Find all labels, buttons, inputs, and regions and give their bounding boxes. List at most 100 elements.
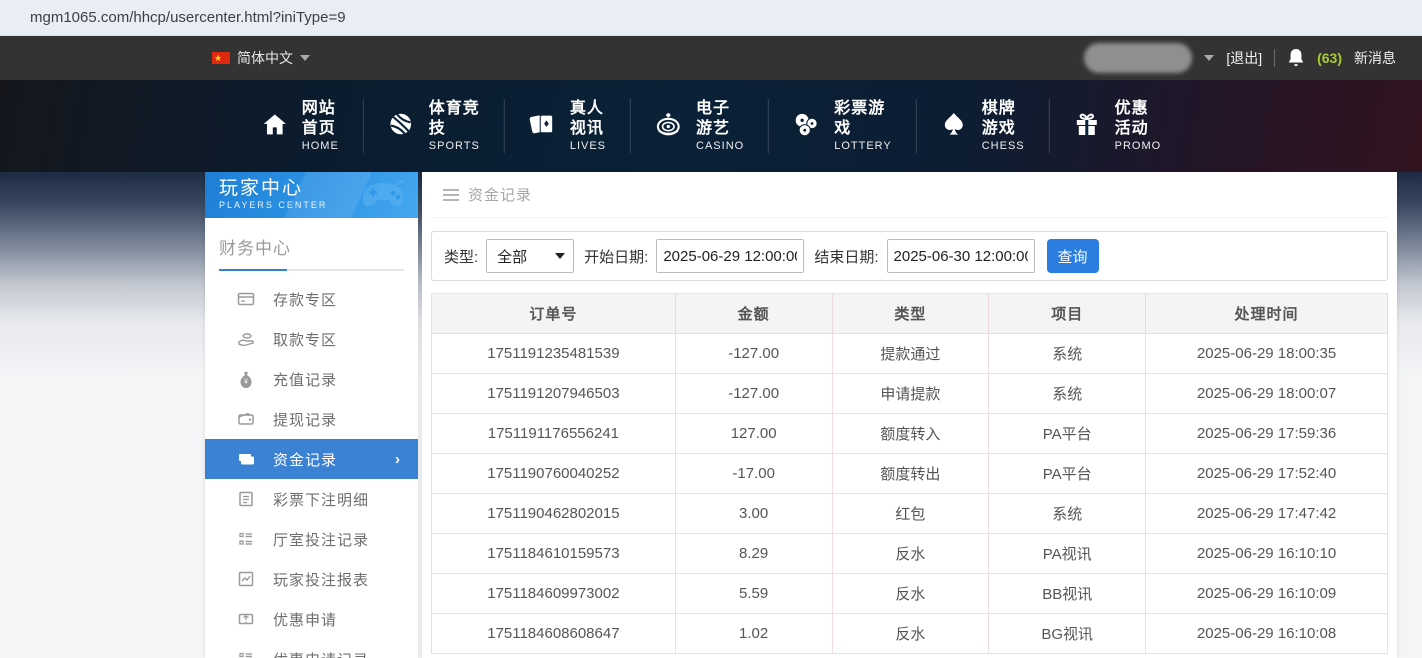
table-cell: 红包 xyxy=(832,494,989,534)
table-cell: 2025-06-29 18:00:07 xyxy=(1146,374,1388,414)
table-cell: 1751190760040252 xyxy=(432,454,676,494)
sidebar-item-label: 存款专区 xyxy=(273,289,337,310)
banknotes-icon xyxy=(237,450,255,468)
nav-item-lives[interactable]: 真人视讯LIVES xyxy=(505,99,631,153)
type-select-value: 全部 xyxy=(497,246,527,267)
username-redacted xyxy=(1084,43,1192,73)
sidebar-item-label: 彩票下注明细 xyxy=(273,489,369,510)
nav-label-zh: 体育竞技 xyxy=(429,99,480,139)
gift-icon xyxy=(1074,111,1104,141)
user-menu-chevron-icon[interactable] xyxy=(1204,55,1214,61)
sidebar: 玩家中心 PLAYERS CENTER 财务中心 存款专区›取款专区›¥充值记录… xyxy=(205,172,418,658)
nav-label-en: SPORTS xyxy=(429,139,480,153)
table-cell: 1751184610159573 xyxy=(432,534,676,574)
chevron-right-icon: › xyxy=(395,451,400,468)
deposit-card-icon xyxy=(237,290,255,308)
nav-label-zh: 网站首页 xyxy=(302,99,339,139)
home-icon xyxy=(261,111,291,141)
table-cell: 系统 xyxy=(989,494,1146,534)
logout-link[interactable]: [退出] xyxy=(1226,48,1262,68)
table-row: 17511846086086471.02反水BG视讯2025-06-29 16:… xyxy=(432,614,1388,654)
sports-ball-icon xyxy=(388,111,418,141)
players-center-header: 玩家中心 PLAYERS CENTER xyxy=(205,172,418,218)
sidebar-item-充值记录[interactable]: ¥充值记录› xyxy=(205,359,418,399)
sidebar-item-彩票下注明细[interactable]: 彩票下注明细› xyxy=(205,479,418,519)
nav-label-en: PROMO xyxy=(1115,139,1162,153)
table-header-cell: 项目 xyxy=(989,294,1146,334)
table-cell: 1751184609973002 xyxy=(432,574,676,614)
table-row: 1751190760040252-17.00额度转出PA平台2025-06-29… xyxy=(432,454,1388,494)
table-header-cell: 金额 xyxy=(675,294,832,334)
start-date-input[interactable] xyxy=(656,239,804,273)
list-icon xyxy=(237,530,255,548)
sidebar-item-存款专区[interactable]: 存款专区› xyxy=(205,279,418,319)
type-select[interactable]: 全部 xyxy=(486,239,574,273)
app-window: mgm1065.com/hhcp/usercenter.html?iniType… xyxy=(0,0,1422,658)
table-cell: 8.29 xyxy=(675,534,832,574)
table-cell: 反水 xyxy=(832,534,989,574)
bell-icon[interactable] xyxy=(1287,48,1305,68)
nav-label-zh: 彩票游戏 xyxy=(834,99,892,139)
sidebar-item-label: 厅室投注记录 xyxy=(273,529,369,550)
language-selector[interactable]: ★ 简体中文 xyxy=(212,36,310,80)
finance-center-section: 财务中心 xyxy=(205,218,418,271)
table-cell: -127.00 xyxy=(675,334,832,374)
sidebar-item-label: 提现记录 xyxy=(273,409,337,430)
table-cell: 提款通过 xyxy=(832,334,989,374)
table-cell: 1751190462802015 xyxy=(432,494,676,534)
nav-item-sports[interactable]: 体育竞技SPORTS xyxy=(364,99,505,153)
nav-label-en: HOME xyxy=(302,139,339,153)
list-icon xyxy=(237,650,255,658)
page-url: mgm1065.com/hhcp/usercenter.html?iniType… xyxy=(30,9,346,26)
table-cell: BG视讯 xyxy=(989,614,1146,654)
nav-item-promo[interactable]: 优惠活动PROMO xyxy=(1050,99,1186,153)
new-message-link[interactable]: 新消息 xyxy=(1354,48,1396,68)
table-cell: 2025-06-29 17:47:42 xyxy=(1146,494,1388,534)
nav-item-chess[interactable]: 棋牌游戏CHESS xyxy=(917,99,1050,153)
table-cell: 1751191235481539 xyxy=(432,334,676,374)
table-cell: 5.59 xyxy=(675,574,832,614)
lottery-balls-icon xyxy=(793,111,823,141)
report-chart-icon xyxy=(237,570,255,588)
table-cell: 2025-06-29 16:10:10 xyxy=(1146,534,1388,574)
sidebar-item-label: 充值记录 xyxy=(273,369,337,390)
divider xyxy=(1274,49,1275,67)
breadcrumb: 资金记录 xyxy=(431,172,1388,218)
nav-label-zh: 电子游艺 xyxy=(696,99,744,139)
nav-label-en: CASINO xyxy=(696,139,744,153)
select-caret-icon xyxy=(555,253,565,259)
sidebar-item-厅室投注记录[interactable]: 厅室投注记录› xyxy=(205,519,418,559)
sidebar-item-优惠申请[interactable]: 优惠申请› xyxy=(205,599,418,639)
search-button[interactable]: 查询 xyxy=(1047,239,1099,273)
language-label: 简体中文 xyxy=(237,48,293,68)
browser-url-bar[interactable]: mgm1065.com/hhcp/usercenter.html?iniType… xyxy=(0,0,1422,36)
message-count[interactable]: (63) xyxy=(1317,50,1342,66)
table-row: 1751191207946503-127.00申请提款系统2025-06-29 … xyxy=(432,374,1388,414)
table-cell: -17.00 xyxy=(675,454,832,494)
sidebar-item-label: 取款专区 xyxy=(273,329,337,350)
table-row: 17511846099730025.59反水BB视讯2025-06-29 16:… xyxy=(432,574,1388,614)
end-date-input[interactable] xyxy=(887,239,1035,273)
sidebar-item-提现记录[interactable]: 提现记录› xyxy=(205,399,418,439)
sidebar-item-优惠申请记录[interactable]: 优惠申请记录› xyxy=(205,639,418,658)
sidebar-item-资金记录[interactable]: 资金记录 › xyxy=(205,439,418,479)
table-row: 17511846101595738.29反水PA视讯2025-06-29 16:… xyxy=(432,534,1388,574)
start-date-label: 开始日期: xyxy=(584,246,648,267)
table-cell: 反水 xyxy=(832,574,989,614)
top-bar: ★ 简体中文 [退出] (63) 新消息 xyxy=(0,36,1422,80)
table-cell: 1751184608608647 xyxy=(432,614,676,654)
main-content: 资金记录 类型: 全部 开始日期: 结束日期: 查询 订单号金额类型项目处理时间… xyxy=(422,172,1397,658)
nav-item-lottery[interactable]: 彩票游戏LOTTERY xyxy=(769,99,917,153)
nav-label-zh: 棋牌游戏 xyxy=(982,99,1025,139)
sidebar-item-取款专区[interactable]: 取款专区› xyxy=(205,319,418,359)
china-flag-icon: ★ xyxy=(212,52,230,64)
chevron-down-icon xyxy=(300,55,310,61)
nav-item-casino[interactable]: 电子游艺CASINO xyxy=(631,99,769,153)
end-date-label: 结束日期: xyxy=(814,246,878,267)
sidebar-item-玩家投注报表[interactable]: 玩家投注报表› xyxy=(205,559,418,599)
sidebar-item-label: 资金记录 xyxy=(273,449,337,470)
table-row: 1751191235481539-127.00提款通过系统2025-06-29 … xyxy=(432,334,1388,374)
nav-label-en: CHESS xyxy=(982,139,1025,153)
gamepad-icon xyxy=(360,178,406,210)
nav-item-home[interactable]: 网站首页HOME xyxy=(237,99,364,153)
